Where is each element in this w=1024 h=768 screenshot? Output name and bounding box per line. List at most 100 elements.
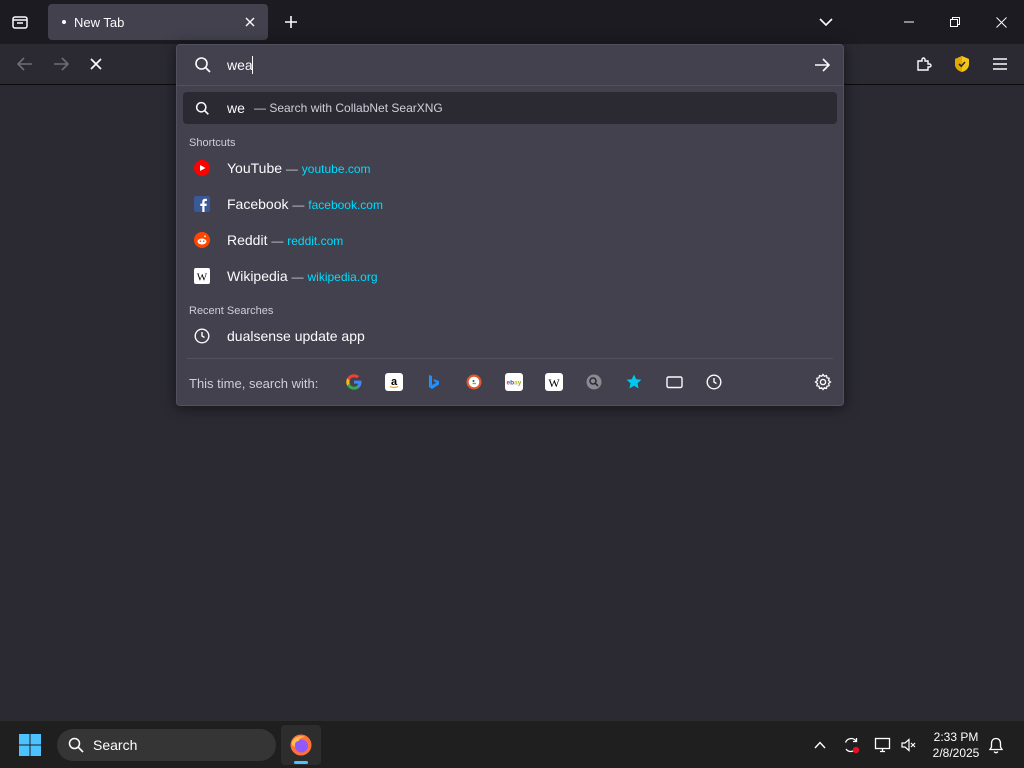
monitor-network-icon <box>874 737 891 753</box>
list-all-tabs-button[interactable] <box>812 8 840 36</box>
engine-wikipedia-button[interactable]: W <box>545 373 563 391</box>
sync-alert-icon <box>844 737 860 754</box>
stop-button[interactable] <box>81 50 111 78</box>
shield-icon <box>955 56 969 72</box>
minimize-button[interactable] <box>886 0 932 44</box>
app-menu-button[interactable] <box>985 50 1015 78</box>
new-tab-button[interactable] <box>277 8 305 36</box>
shortcut-url: facebook.com <box>308 198 383 212</box>
volume-tray-button[interactable] <box>899 735 919 755</box>
reddit-icon <box>194 232 210 248</box>
oneoff-search-label: This time, search with: <box>189 376 319 391</box>
extensions-button[interactable] <box>909 50 939 78</box>
shortcut-youtube[interactable]: YouTube — youtube.com <box>183 151 837 185</box>
network-tray-button[interactable] <box>873 735 893 755</box>
svg-text:W: W <box>548 376 560 390</box>
tab-strip: New Tab <box>0 0 1024 44</box>
start-button[interactable] <box>16 732 44 758</box>
bing-icon <box>429 375 439 389</box>
divider <box>187 358 833 359</box>
search-icon <box>194 100 210 116</box>
svg-text:ebay: ebay <box>507 380 522 387</box>
engine-ebay-button[interactable]: ebay <box>505 373 523 391</box>
engine-duckduckgo-button[interactable] <box>465 373 483 391</box>
close-window-button[interactable] <box>978 0 1024 44</box>
restore-icon <box>950 17 960 27</box>
clock-date: 2/8/2025 <box>932 746 980 760</box>
back-button[interactable] <box>10 50 40 78</box>
shortcut-title: Reddit <box>227 232 268 248</box>
forward-button[interactable] <box>46 50 76 78</box>
recent-searches-label: Recent Searches <box>189 305 274 317</box>
engine-tabs-button[interactable] <box>665 373 683 391</box>
text-caret <box>252 56 253 74</box>
svg-text:W: W <box>197 272 208 284</box>
facebook-icon <box>194 196 210 212</box>
urlbar-input[interactable] <box>227 54 787 76</box>
windows-taskbar: Search 2:33 PM 2/8/2025 <box>0 720 1024 768</box>
arrow-right-icon <box>54 57 69 71</box>
wikipedia-icon: W <box>548 376 560 390</box>
shortcut-title: Wikipedia <box>227 268 288 284</box>
tab-close-button[interactable] <box>240 12 260 32</box>
close-icon <box>90 58 102 70</box>
shortcut-url: youtube.com <box>301 162 371 176</box>
urlbar-input-row <box>177 45 843 85</box>
history-clock-icon <box>706 374 722 390</box>
restore-button[interactable] <box>932 0 978 44</box>
shortcuts-label: Shortcuts <box>189 137 236 149</box>
arrow-right-icon <box>815 58 830 72</box>
go-button[interactable] <box>811 55 833 75</box>
engine-searxng-button[interactable] <box>585 373 603 391</box>
firefox-view-button[interactable] <box>6 8 34 36</box>
wikipedia-icon: W <box>194 268 210 284</box>
search-settings-button[interactable] <box>814 373 832 391</box>
system-clock[interactable]: 2:33 PM 2/8/2025 <box>926 729 986 761</box>
minimize-icon <box>904 21 914 23</box>
firefox-view-icon <box>12 16 28 29</box>
engine-bing-button[interactable] <box>425 373 443 391</box>
engine-google-button[interactable] <box>345 373 363 391</box>
amazon-icon: a <box>389 376 399 389</box>
searxng-icon <box>586 374 602 390</box>
update-tray-button[interactable] <box>841 735 861 755</box>
active-app-indicator <box>294 761 308 764</box>
urlbar-dropdown: we — Search with CollabNet SearXNG Short… <box>176 44 844 406</box>
shortcut-wikipedia[interactable]: W Wikipedia — wikipedia.org <box>183 259 837 293</box>
close-icon <box>995 16 1007 28</box>
chevron-down-icon <box>819 18 833 27</box>
chevron-up-icon <box>814 741 826 749</box>
search-icon <box>195 57 211 73</box>
shortcut-reddit[interactable]: Reddit — reddit.com <box>183 223 837 257</box>
tab-icon <box>665 376 683 389</box>
arrow-left-icon <box>17 57 32 71</box>
taskbar-search-label: Search <box>93 737 138 753</box>
engine-bookmarks-button[interactable] <box>625 373 643 391</box>
ebay-icon: ebay <box>507 380 522 387</box>
taskbar-search-box[interactable]: Search <box>57 729 276 761</box>
tab-title: New Tab <box>74 14 125 30</box>
search-icon <box>68 737 84 753</box>
privacy-extension-button[interactable] <box>947 50 977 78</box>
taskbar-firefox-button[interactable] <box>281 725 321 765</box>
shortcut-url: reddit.com <box>287 234 344 248</box>
tab-new-tab[interactable]: New Tab <box>48 4 268 40</box>
heuristic-search-result[interactable]: we — Search with CollabNet SearXNG <box>183 92 837 124</box>
star-icon <box>626 374 642 389</box>
shortcut-facebook[interactable]: Facebook — facebook.com <box>183 187 837 221</box>
close-icon <box>245 17 255 27</box>
engine-history-button[interactable] <box>705 373 723 391</box>
gear-icon <box>814 373 832 391</box>
shortcut-title: Facebook <box>227 196 289 212</box>
puzzle-icon <box>917 57 932 71</box>
youtube-icon <box>194 160 210 176</box>
google-icon <box>346 374 362 390</box>
tab-loading-dot <box>62 20 66 24</box>
speaker-muted-icon <box>901 738 916 752</box>
firefox-icon <box>290 734 312 756</box>
recent-search-item[interactable]: dualsense update app <box>183 319 837 353</box>
shortcut-url: wikipedia.org <box>307 270 378 284</box>
engine-amazon-button[interactable]: a <box>385 373 403 391</box>
notifications-button[interactable] <box>986 735 1006 755</box>
show-hidden-icons-button[interactable] <box>810 735 830 755</box>
